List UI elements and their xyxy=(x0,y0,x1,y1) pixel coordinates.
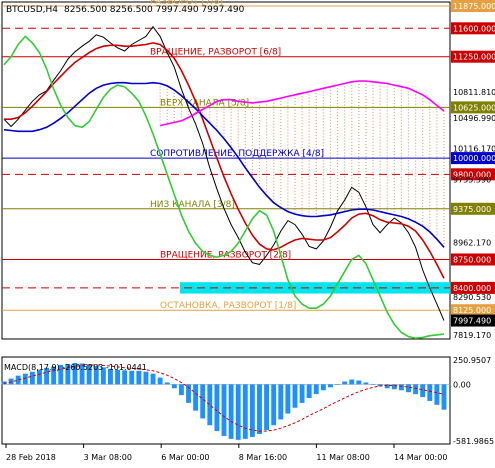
macd-bar xyxy=(413,384,419,395)
price-tick-label: 10116.170 xyxy=(453,145,495,154)
macd-bar xyxy=(278,384,284,420)
macd-bar xyxy=(129,370,135,385)
macd-bar xyxy=(29,371,35,385)
macd-bar xyxy=(171,384,177,389)
macd-bar xyxy=(193,384,199,411)
macd-tick-label: 0.00 xyxy=(453,380,471,389)
level-price-tag-text: 8750.000 xyxy=(453,255,491,264)
macd-bar xyxy=(370,384,376,385)
macd-bar xyxy=(115,369,120,385)
macd-bar xyxy=(363,382,369,385)
macd-bar xyxy=(235,384,241,440)
header-ohlc: 8256.500 8256.500 7997.490 7997.490 xyxy=(64,5,245,15)
macd-label: MACD(8,17,9) -260.5203 -101.0441 xyxy=(4,363,147,372)
macd-tick-label: 250.9507 xyxy=(453,356,491,365)
level-price-tag-text: 9375.000 xyxy=(453,205,491,214)
macd-bar xyxy=(420,384,426,398)
time-tick-label: 6 Mar 00:00 xyxy=(161,453,209,462)
macd-bar xyxy=(391,384,397,390)
level-price-tag-text: 11875.000 xyxy=(453,2,495,11)
level-label: ВЕРХ КАНАЛА [5/8] xyxy=(160,98,249,108)
price-tick-label: 10496.990 xyxy=(453,114,495,123)
macd-tick-label: -581.9865 xyxy=(453,437,494,446)
level-price-tag-text: 11600.000 xyxy=(453,24,495,33)
price-tick-label: 7819.170 xyxy=(453,331,491,340)
time-tick-label: 14 Mar 00:00 xyxy=(394,453,447,462)
macd-bar xyxy=(299,384,305,403)
macd-bar xyxy=(136,370,142,385)
current-price-text: 7997.490 xyxy=(453,317,491,326)
macd-bar xyxy=(320,384,326,391)
macd-bar xyxy=(335,384,340,385)
macd-bar xyxy=(271,384,277,426)
macd-bar xyxy=(157,377,163,385)
macd-bar xyxy=(398,384,404,391)
level-label: ОСТАНОВКА, РАЗВОРОТ [1/8] xyxy=(160,301,296,311)
macd-bar xyxy=(150,373,156,385)
macd-bar xyxy=(356,380,362,385)
macd-bar xyxy=(313,384,319,395)
macd-bar xyxy=(122,370,128,385)
macd-bar xyxy=(264,384,270,431)
macd-bar xyxy=(406,384,411,393)
time-tick-label: 8 Mar 16:00 xyxy=(239,453,287,462)
macd-bar xyxy=(200,384,206,419)
macd-bar xyxy=(285,384,291,414)
level-price-tag-text: 10625.000 xyxy=(453,103,495,112)
macd-bar xyxy=(221,384,227,436)
macd-bar xyxy=(328,384,333,388)
macd-bar xyxy=(342,381,348,385)
price-tick-label: 8290.530 xyxy=(453,293,491,302)
price-axis: 11875.000 11600.000 11250.000 10625.000 1000… xyxy=(451,0,495,340)
macd-bar xyxy=(228,384,234,439)
chart-canvas: РАЗВОРОТ [7/8]ВРАЩЕНИЕ, РАЗВОРОТ [6/8]ВЕ… xyxy=(0,0,495,468)
level-price-tag-text: 11250.000 xyxy=(453,53,495,62)
level-label: СОПРОТИВЛЕНИЕ, ПОДДЕРЖКА [4/8] xyxy=(150,149,324,159)
macd-bar xyxy=(214,384,220,432)
macd-bar xyxy=(292,384,298,408)
macd-bar xyxy=(143,371,149,385)
time-tick-label: 11 Mar 08:00 xyxy=(316,453,369,462)
time-tick-label: 3 Mar 08:00 xyxy=(84,453,132,462)
macd-bar xyxy=(207,384,213,426)
level-price-tag-text: 8125.000 xyxy=(453,306,491,315)
price-tick-label: 8962.170 xyxy=(453,238,491,247)
macd-bar xyxy=(434,384,440,405)
macd-bar xyxy=(257,384,262,434)
price-tick-label: 9735.390 xyxy=(453,176,491,185)
macd-bar xyxy=(349,379,355,385)
macd-bar xyxy=(242,384,248,439)
macd-bar xyxy=(164,382,170,385)
macd-bar xyxy=(427,384,433,401)
price-tick-label: 10811.810 xyxy=(453,88,495,97)
macd-bar xyxy=(178,384,184,396)
level-price-tag-text: 8400.000 xyxy=(453,284,491,293)
macd-bar xyxy=(37,369,42,385)
macd-bar xyxy=(306,384,312,399)
level-price-tag-text: 10000.000 xyxy=(453,154,495,163)
level-label: ВРАЩЕНИЕ, РАЗВОРОТ [2/8] xyxy=(160,250,291,260)
time-tick-label: 28 Feb 2018 xyxy=(6,453,56,462)
header-symbol: BTCUSD,H4 xyxy=(6,5,58,15)
macd-bar xyxy=(249,384,255,437)
macd-bar xyxy=(441,384,447,410)
